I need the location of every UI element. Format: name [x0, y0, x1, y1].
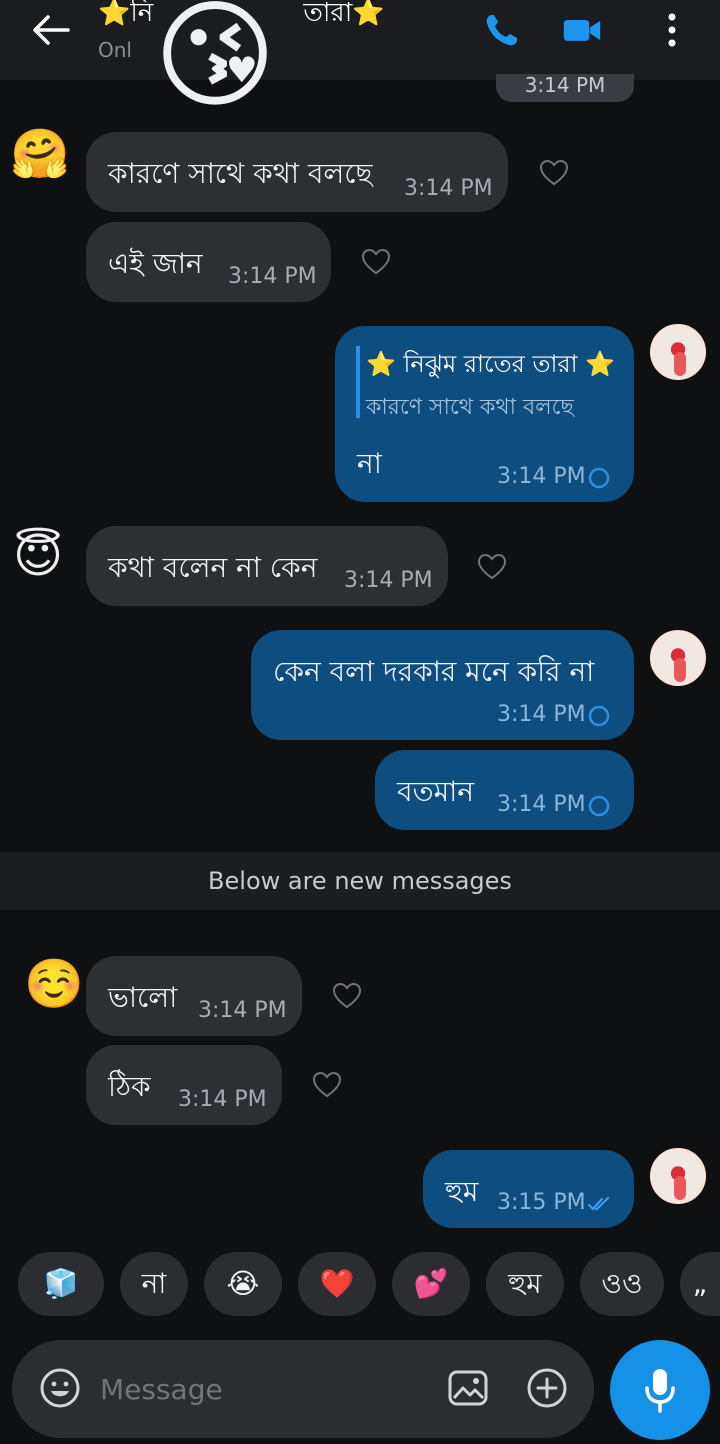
more-options-icon[interactable]	[652, 10, 692, 50]
star-icon: ⭐	[352, 0, 385, 28]
message-text: ঠিক	[108, 1070, 151, 1103]
reply-quote[interactable]: ⭐ নিঝুম রাতের তারা ⭐ কারণে সাথে কথা বলছে	[356, 346, 620, 420]
double-check-icon	[587, 1196, 610, 1211]
voice-record-button[interactable]	[610, 1340, 710, 1440]
message-text: বতমান	[397, 775, 474, 808]
heart-react-icon[interactable]	[538, 157, 570, 189]
message-time: 3:14 PM	[497, 702, 586, 727]
message-text: কেন বলা দরকার মনে করি না	[273, 655, 595, 688]
back-arrow-icon[interactable]	[28, 12, 76, 48]
quick-reply-chip[interactable]: „	[680, 1252, 720, 1316]
sender-avatar[interactable]: 🤗	[10, 126, 70, 182]
reply-text: কারণে সাথে কথা বলছে	[366, 395, 574, 420]
reply-author: ⭐ নিঝুম রাতের তারা ⭐	[366, 350, 616, 378]
heart-react-icon[interactable]	[476, 551, 508, 583]
phone-icon[interactable]	[482, 10, 522, 50]
message-bubble-incoming[interactable]: ভালো 3:14 PM	[86, 956, 302, 1036]
message-bubble-incoming[interactable]: ঠিক 3:14 PM	[86, 1045, 282, 1125]
my-avatar[interactable]	[650, 324, 706, 380]
add-icon[interactable]	[525, 1366, 569, 1410]
message-text: হুম	[445, 1175, 479, 1208]
quick-reply-chip[interactable]: না	[120, 1252, 188, 1316]
heart-react-icon[interactable]	[360, 246, 392, 278]
video-call-icon[interactable]	[562, 10, 602, 50]
sent-status-icon	[588, 795, 610, 817]
online-status: Onl	[98, 38, 132, 62]
new-messages-divider: Below are new messages	[0, 852, 720, 910]
message-text: কথা বলেন না কেন	[108, 551, 318, 584]
message-time: 3:14 PM	[344, 568, 433, 593]
message-time: 3:14 PM	[404, 176, 493, 201]
message-bubble-outgoing[interactable]: হুম 3:15 PM	[423, 1150, 634, 1228]
heart-react-icon[interactable]	[331, 980, 363, 1012]
message-bubble-incoming[interactable]: কথা বলেন না কেন 3:14 PM	[86, 526, 448, 606]
message-input[interactable]	[100, 1364, 420, 1414]
sent-status-icon	[588, 467, 610, 489]
emoji-icon[interactable]	[38, 1366, 82, 1410]
message-bubble-outgoing[interactable]: কেন বলা দরকার মনে করি না 3:14 PM	[251, 630, 634, 740]
microphone-icon	[645, 1369, 675, 1413]
quick-reply-chip[interactable]: ওও	[580, 1252, 664, 1316]
message-bubble-incoming[interactable]: কারণে সাথে কথা বলছে 3:14 PM	[86, 132, 508, 212]
message-text: ভালো	[108, 981, 178, 1014]
message-time: 3:14 PM	[228, 264, 317, 289]
gallery-icon[interactable]	[446, 1366, 490, 1410]
message-bubble-outgoing[interactable]: বতমান 3:14 PM	[375, 750, 634, 830]
heart-react-icon[interactable]	[311, 1069, 343, 1101]
kiss-emoji-overlay: 😘	[153, 0, 277, 124]
sender-avatar[interactable]: 😇	[10, 528, 66, 584]
message-text: না	[357, 447, 382, 480]
my-avatar[interactable]	[650, 1148, 706, 1204]
message-text: কারণে সাথে কথা বলছে	[108, 157, 373, 190]
quick-reply-chip[interactable]: হুম	[486, 1252, 564, 1316]
quick-reply-chip[interactable]: 💕	[392, 1252, 470, 1316]
my-avatar[interactable]	[650, 630, 706, 686]
sent-status-icon	[588, 705, 610, 727]
chat-header: ⭐নি তারা⭐ Onl	[0, 0, 720, 80]
message-time: 3:14 PM	[178, 1087, 267, 1112]
date-pill-time: 3:14 PM	[524, 74, 606, 97]
message-time: 3:14 PM	[198, 998, 287, 1023]
quick-reply-bar: 🧊 না 😭 ❤️ 💕 হুম ওও „	[0, 1252, 720, 1316]
message-text: এই জান	[108, 247, 203, 280]
message-bubble-incoming[interactable]: এই জান 3:14 PM	[86, 222, 331, 302]
sender-avatar[interactable]: ☺️	[24, 956, 84, 1012]
date-time-pill: 3:14 PM	[496, 74, 634, 102]
quick-reply-chip[interactable]: ❤️	[298, 1252, 376, 1316]
quick-reply-chip[interactable]: 😭	[204, 1252, 282, 1316]
message-time: 3:14 PM	[497, 792, 586, 817]
contact-name-end: তারা	[303, 0, 353, 28]
message-time: 3:14 PM	[497, 464, 586, 489]
quick-reply-chip[interactable]: 🧊	[18, 1252, 104, 1316]
message-time: 3:15 PM	[497, 1190, 586, 1215]
